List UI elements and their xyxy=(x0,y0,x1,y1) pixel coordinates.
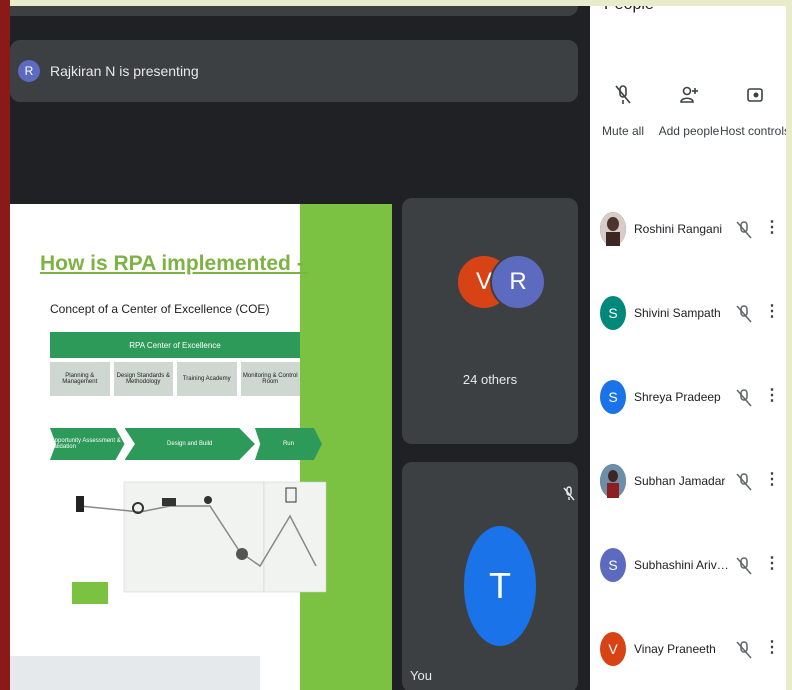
participant-photo xyxy=(600,464,626,498)
meeting-stage: R Rajkiran N is presenting How is RPA im… xyxy=(10,6,590,690)
mic-off-icon xyxy=(736,472,752,497)
mic-off-icon xyxy=(736,304,752,329)
participant-name: Subhan Jamadar xyxy=(634,474,726,488)
others-tile[interactable] xyxy=(402,198,578,444)
participant-name: Shreya Pradeep xyxy=(634,390,721,404)
more-options-icon[interactable]: ⋮ xyxy=(764,640,780,656)
host-controls-button[interactable]: Host controls xyxy=(719,84,786,138)
participant-avatar: S xyxy=(600,380,626,414)
presenting-text: Rajkiran N is presenting xyxy=(50,63,199,79)
coe-cell: Training Academy xyxy=(177,362,237,396)
people-panel: People Mute all Add people Host controls xyxy=(590,6,786,690)
list-item[interactable]: S Shreya Pradeep ⋮ xyxy=(590,380,786,464)
coe-header: RPA Center of Excellence xyxy=(50,332,300,358)
list-item[interactable]: S Subhashini Arivazhagan ⋮ xyxy=(590,548,786,632)
mic-off-icon xyxy=(736,556,752,581)
presenter-avatar: R xyxy=(18,60,40,82)
list-item[interactable]: Roshini Rangani ⋮ xyxy=(590,212,786,296)
mic-off-icon xyxy=(736,220,752,245)
left-frame-border xyxy=(0,0,10,690)
more-options-icon[interactable]: ⋮ xyxy=(764,304,780,320)
phase-arrow: Opportunity Assessment & Validation xyxy=(50,428,125,460)
coe-cell: Planning & Management xyxy=(50,362,110,396)
presenting-banner: R Rajkiran N is presenting xyxy=(10,40,578,102)
phase-arrows: Opportunity Assessment & Validation Desi… xyxy=(50,428,322,460)
phase-arrow: Design and Build xyxy=(124,428,255,460)
mic-off-icon xyxy=(736,640,752,665)
host-controls-icon xyxy=(744,84,766,106)
coe-cells: Planning & Management Design Standards &… xyxy=(50,362,300,396)
add-person-icon xyxy=(678,84,700,106)
more-options-icon[interactable]: ⋮ xyxy=(764,472,780,488)
mic-off-icon xyxy=(612,84,634,106)
panel-actions: Mute all Add people Host controls xyxy=(590,84,786,138)
participant-avatar: V xyxy=(600,632,626,666)
more-options-icon[interactable]: ⋮ xyxy=(764,220,780,236)
list-item[interactable]: V Vinay Praneeth ⋮ xyxy=(590,632,786,690)
self-avatar: T xyxy=(464,526,536,646)
add-people-label: Add people xyxy=(658,124,720,138)
participant-avatar: R xyxy=(490,254,546,310)
host-controls-label: Host controls xyxy=(719,124,786,138)
coe-cell: Design Standards & Methodology xyxy=(113,362,173,396)
more-options-icon[interactable]: ⋮ xyxy=(764,388,780,404)
mute-all-button[interactable]: Mute all xyxy=(590,84,656,138)
self-label: You xyxy=(410,668,432,683)
panel-title: People xyxy=(604,6,654,14)
coe-cell: Monitoring & Control Room xyxy=(240,362,300,396)
list-item[interactable]: S Shivini Sampath ⋮ xyxy=(590,296,786,380)
participant-name: Shivini Sampath xyxy=(634,306,721,320)
participant-name: Subhashini Arivazhagan xyxy=(634,558,730,572)
participant-avatar: S xyxy=(600,548,626,582)
slide-title: How is RPA implemented - Organizational xyxy=(40,252,308,275)
others-count-label: 24 others xyxy=(462,372,518,387)
participant-list: Roshini Rangani ⋮ S Shivini Sampath ⋮ S … xyxy=(590,212,786,690)
add-people-button[interactable]: Add people xyxy=(656,84,722,138)
slide-subtitle: Concept of a Center of Excellence (COE) xyxy=(50,302,270,316)
top-bar xyxy=(10,6,578,16)
slide-footer xyxy=(10,656,260,690)
phase-arrow: Run xyxy=(254,428,322,460)
more-options-icon[interactable]: ⋮ xyxy=(764,556,780,572)
mic-off-icon xyxy=(562,486,576,505)
participant-photo xyxy=(600,212,626,246)
shared-slide[interactable]: How is RPA implemented - Organizational … xyxy=(10,204,392,690)
list-item[interactable]: Subhan Jamadar ⋮ xyxy=(590,464,786,548)
participant-avatar: S xyxy=(600,296,626,330)
participant-name: Roshini Rangani xyxy=(634,222,723,236)
slide-process-diagram xyxy=(72,481,327,604)
mic-off-icon xyxy=(736,388,752,413)
mute-all-label: Mute all xyxy=(601,124,645,138)
participant-name: Vinay Praneeth xyxy=(634,642,716,656)
